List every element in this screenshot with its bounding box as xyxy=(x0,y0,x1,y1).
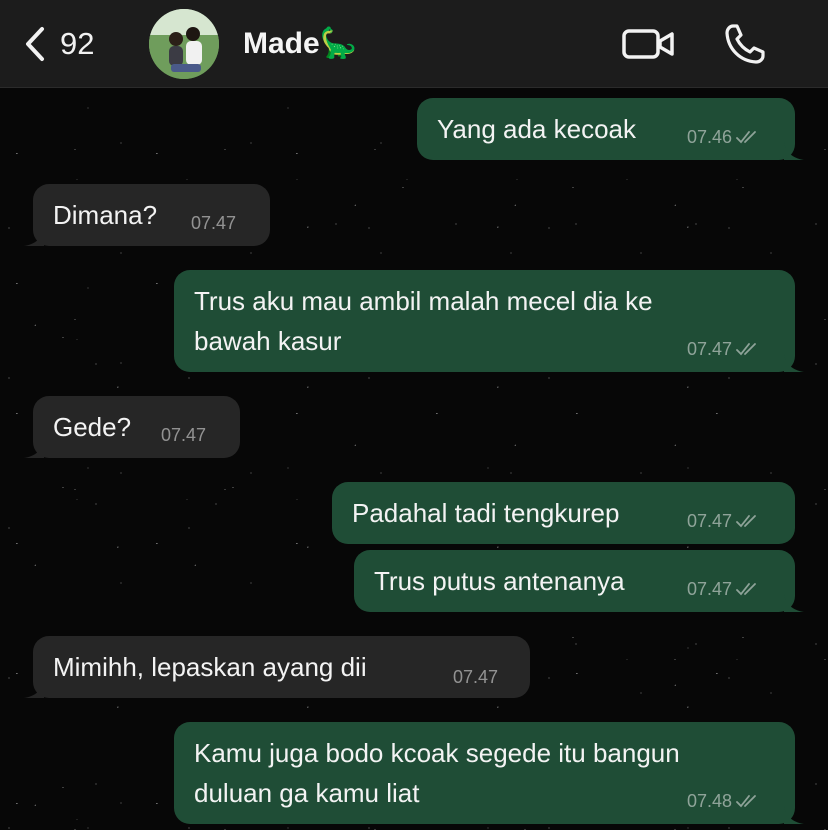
double-check-icon xyxy=(736,795,756,808)
message-time: 07.47 xyxy=(687,579,733,599)
bubble-tail xyxy=(24,440,44,458)
bubble-tail xyxy=(784,594,804,612)
message-text-line-2: bawah kasur xyxy=(194,326,342,356)
message-text: Yang ada kecoak xyxy=(437,114,636,144)
message-time: 07.48 xyxy=(687,791,733,811)
back-button[interactable]: 92 xyxy=(24,22,94,66)
chat-screen: 92 Made🦕 Yang ada kecoak 07.46 Dimana? 0… xyxy=(0,0,828,830)
message-time: 07.47 xyxy=(191,213,237,233)
message-text: Trus putus antenanya xyxy=(374,566,625,596)
double-check-icon xyxy=(736,343,756,356)
message-bubble-outgoing[interactable]: Yang ada kecoak 07.46 xyxy=(417,98,804,160)
double-check-icon xyxy=(736,515,756,528)
message-time: 07.47 xyxy=(453,667,499,687)
message-text-line-2: duluan ga kamu liat xyxy=(194,778,420,808)
message-bubble-outgoing[interactable]: Padahal tadi tengkurep 07.47 xyxy=(332,482,795,544)
bubble-tail xyxy=(24,228,44,246)
message-text: Padahal tadi tengkurep xyxy=(352,498,620,528)
message-time: 07.47 xyxy=(687,511,733,531)
voice-call-button[interactable] xyxy=(720,22,770,66)
message-bubble-incoming[interactable]: Gede? 07.47 xyxy=(24,396,240,458)
message-time: 07.46 xyxy=(687,127,733,147)
double-check-icon xyxy=(736,583,756,596)
double-check-icon xyxy=(736,131,756,144)
avatar[interactable] xyxy=(149,9,219,79)
bubble-tail xyxy=(784,142,804,160)
message-text: Dimana? xyxy=(53,200,158,230)
message-meta: 07.47 xyxy=(687,338,760,360)
message-meta: 07.46 xyxy=(687,126,760,148)
message-text: Gede? xyxy=(53,412,132,442)
message-text: Mimihh, lepaskan ayang dii xyxy=(53,652,367,682)
bubble-tail xyxy=(24,680,44,698)
message-bubble-outgoing[interactable]: Kamu juga bodo kcoak segede itu bangun d… xyxy=(174,722,804,824)
message-meta: 07.47 xyxy=(687,510,760,532)
message-meta: 07.48 xyxy=(687,790,760,812)
message-bubble-incoming[interactable]: Dimana? 07.47 xyxy=(24,184,270,246)
message-time: 07.47 xyxy=(687,339,733,359)
message-bubble-incoming[interactable]: Mimihh, lepaskan ayang dii 07.47 xyxy=(24,636,530,698)
contact-name[interactable]: Made🦕 xyxy=(243,26,357,61)
message-bubble-outgoing[interactable]: Trus aku mau ambil malah mecel dia ke ba… xyxy=(174,270,804,372)
message-text-line-1: Kamu juga bodo kcoak segede itu bangun xyxy=(194,738,680,768)
message-meta: 07.47 xyxy=(687,578,760,600)
chevron-left-icon xyxy=(26,27,44,61)
video-camera-icon xyxy=(622,29,674,59)
chat-header: 92 Made🦕 xyxy=(0,0,828,88)
unread-count: 92 xyxy=(60,26,95,61)
bubble-tail xyxy=(784,806,804,824)
message-time: 07.47 xyxy=(161,425,207,445)
message-bubble-outgoing[interactable]: Trus putus antenanya 07.47 xyxy=(354,550,804,612)
message-text-line-1: Trus aku mau ambil malah mecel dia ke xyxy=(194,286,653,316)
bubble-tail xyxy=(784,354,804,372)
video-call-button[interactable] xyxy=(620,22,678,66)
avatar-photo xyxy=(149,9,219,79)
phone-icon xyxy=(725,24,765,64)
